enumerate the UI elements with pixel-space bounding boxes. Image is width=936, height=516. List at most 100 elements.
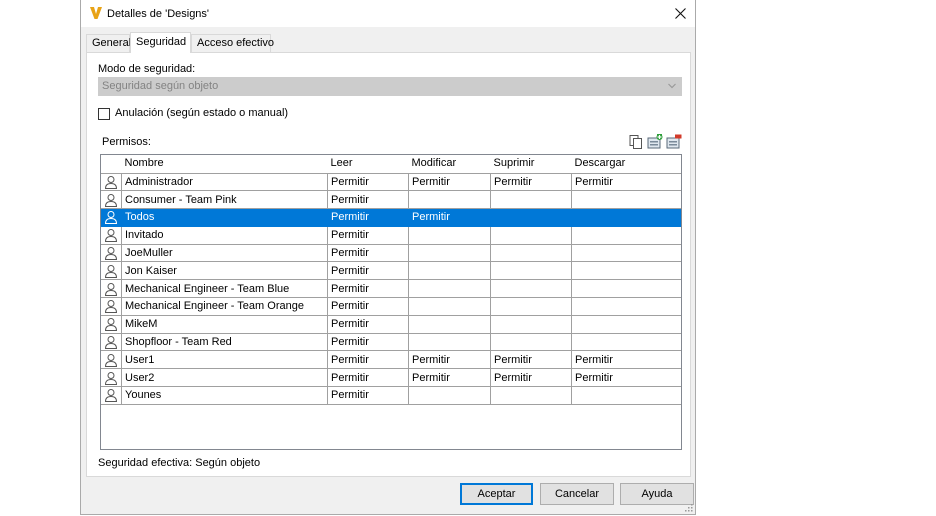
cell-delete: Permitir bbox=[490, 350, 572, 370]
override-label[interactable]: Anulación (según estado o manual) bbox=[115, 107, 288, 119]
permissions-toolbar bbox=[628, 134, 684, 150]
user-icon-cell bbox=[101, 386, 122, 405]
user-icon-cell bbox=[101, 190, 122, 210]
user-icon-cell bbox=[101, 172, 122, 192]
table-row[interactable]: Mechanical Engineer - Team Orange Permiti… bbox=[101, 297, 681, 316]
cell-read: Permitir bbox=[327, 297, 409, 316]
user-icon-cell bbox=[101, 350, 122, 370]
tab-effective-access[interactable]: Acceso efectivo bbox=[191, 34, 274, 52]
user-icon bbox=[104, 193, 118, 207]
cell-modify bbox=[408, 190, 491, 210]
security-mode-value: Seguridad según objeto bbox=[102, 80, 219, 92]
security-mode-label: Modo de seguridad: bbox=[98, 63, 196, 75]
cell-download bbox=[571, 279, 681, 299]
header-read[interactable]: Leer bbox=[328, 155, 409, 173]
remove-user-icon[interactable] bbox=[666, 134, 682, 150]
user-icon-cell bbox=[101, 279, 122, 299]
cell-modify: Permitir bbox=[408, 208, 491, 227]
cell-delete bbox=[490, 208, 572, 227]
cell-modify bbox=[408, 297, 491, 316]
cell-read: Permitir bbox=[327, 386, 409, 405]
header-name[interactable]: Nombre bbox=[122, 155, 328, 173]
cell-read: Permitir bbox=[327, 350, 409, 370]
cell-download bbox=[571, 243, 681, 263]
permissions-grid[interactable]: Nombre Leer Modificar Suprimir Descargar… bbox=[100, 154, 682, 450]
close-button[interactable] bbox=[665, 0, 695, 27]
effective-security-text: Seguridad efectiva: Según objeto bbox=[98, 457, 261, 469]
cell-name: Todos bbox=[121, 208, 328, 227]
cell-read: Permitir bbox=[327, 279, 409, 299]
table-row[interactable]: Shopfloor - Team Red Permitir bbox=[101, 332, 681, 352]
cell-modify bbox=[408, 386, 491, 405]
cell-delete bbox=[490, 314, 572, 334]
cell-name: MikeM bbox=[121, 314, 328, 334]
cell-read: Permitir bbox=[327, 225, 409, 245]
cell-name: User2 bbox=[121, 368, 328, 388]
window-title: Detalles de 'Designs' bbox=[107, 8, 210, 20]
cell-download bbox=[571, 332, 681, 352]
user-icon bbox=[104, 389, 118, 403]
cell-download: Permitir bbox=[571, 172, 681, 192]
copy-icon[interactable] bbox=[628, 134, 644, 150]
cell-delete bbox=[490, 225, 572, 245]
cell-read: Permitir bbox=[327, 208, 409, 227]
cell-modify: Permitir bbox=[408, 350, 491, 370]
user-icon-cell bbox=[101, 314, 122, 334]
user-icon-cell bbox=[101, 332, 122, 352]
cell-delete bbox=[490, 386, 572, 405]
table-row[interactable]: MikeM Permitir bbox=[101, 314, 681, 334]
table-row[interactable]: Administrador Permitir Permitir Permitir Per… bbox=[101, 172, 681, 192]
chevron-down-icon bbox=[668, 83, 676, 89]
table-row[interactable]: Younes Permitir bbox=[101, 386, 681, 405]
user-icon-cell bbox=[101, 261, 122, 281]
table-row[interactable]: User2 Permitir Permitir Permitir Permitir bbox=[101, 368, 681, 388]
cell-download bbox=[571, 297, 681, 316]
header-download[interactable]: Descargar bbox=[572, 155, 682, 173]
cell-name: Younes bbox=[121, 386, 328, 405]
cell-modify bbox=[408, 332, 491, 352]
resize-grip-icon[interactable] bbox=[683, 502, 693, 512]
cell-modify bbox=[408, 261, 491, 281]
table-row[interactable]: Jon Kaiser Permitir bbox=[101, 261, 681, 281]
table-row[interactable]: Consumer - Team Pink Permitir bbox=[101, 190, 681, 210]
cell-download bbox=[571, 261, 681, 281]
security-mode-select[interactable]: Seguridad según objeto bbox=[98, 77, 682, 96]
table-row[interactable]: JoeMuller Permitir bbox=[101, 243, 681, 263]
user-icon-cell bbox=[101, 297, 122, 316]
cell-read: Permitir bbox=[327, 314, 409, 334]
vault-logo-icon bbox=[90, 7, 102, 19]
table-row[interactable]: Mechanical Engineer - Team Blue Permitir bbox=[101, 279, 681, 299]
user-icon-cell bbox=[101, 243, 122, 263]
add-user-icon[interactable] bbox=[647, 134, 663, 150]
cell-read: Permitir bbox=[327, 261, 409, 281]
cell-download bbox=[571, 225, 681, 245]
override-checkbox[interactable] bbox=[98, 108, 110, 120]
cell-delete bbox=[490, 297, 572, 316]
user-icon bbox=[104, 282, 118, 296]
user-icon-cell bbox=[101, 208, 122, 227]
cell-modify bbox=[408, 243, 491, 263]
cell-read: Permitir bbox=[327, 368, 409, 388]
header-delete[interactable]: Suprimir bbox=[491, 155, 572, 173]
user-icon bbox=[104, 353, 118, 367]
cell-modify: Permitir bbox=[408, 172, 491, 192]
table-row[interactable]: User1 Permitir Permitir Permitir Permitir bbox=[101, 350, 681, 370]
table-header-row: Nombre Leer Modificar Suprimir Descargar bbox=[101, 155, 682, 173]
tab-general[interactable]: General bbox=[86, 34, 131, 52]
user-icon bbox=[104, 318, 118, 332]
cancel-button[interactable]: Cancelar bbox=[540, 483, 614, 505]
table-row[interactable]: Invitado Permitir bbox=[101, 225, 681, 245]
user-icon bbox=[104, 229, 118, 243]
table-row[interactable]: Todos Permitir Permitir bbox=[101, 208, 681, 227]
cell-download bbox=[571, 208, 681, 227]
ok-button[interactable]: Aceptar bbox=[460, 483, 533, 505]
cell-read: Permitir bbox=[327, 243, 409, 263]
details-dialog: Detalles de 'Designs' General Seguridad … bbox=[80, 0, 696, 515]
header-modify[interactable]: Modificar bbox=[409, 155, 491, 173]
tab-security[interactable]: Seguridad bbox=[130, 32, 191, 53]
cell-name: Invitado bbox=[121, 225, 328, 245]
user-icon bbox=[104, 264, 118, 278]
permissions-table: Nombre Leer Modificar Suprimir Descargar… bbox=[101, 155, 682, 405]
cell-read: Permitir bbox=[327, 190, 409, 210]
title-bar[interactable]: Detalles de 'Designs' bbox=[81, 0, 695, 27]
